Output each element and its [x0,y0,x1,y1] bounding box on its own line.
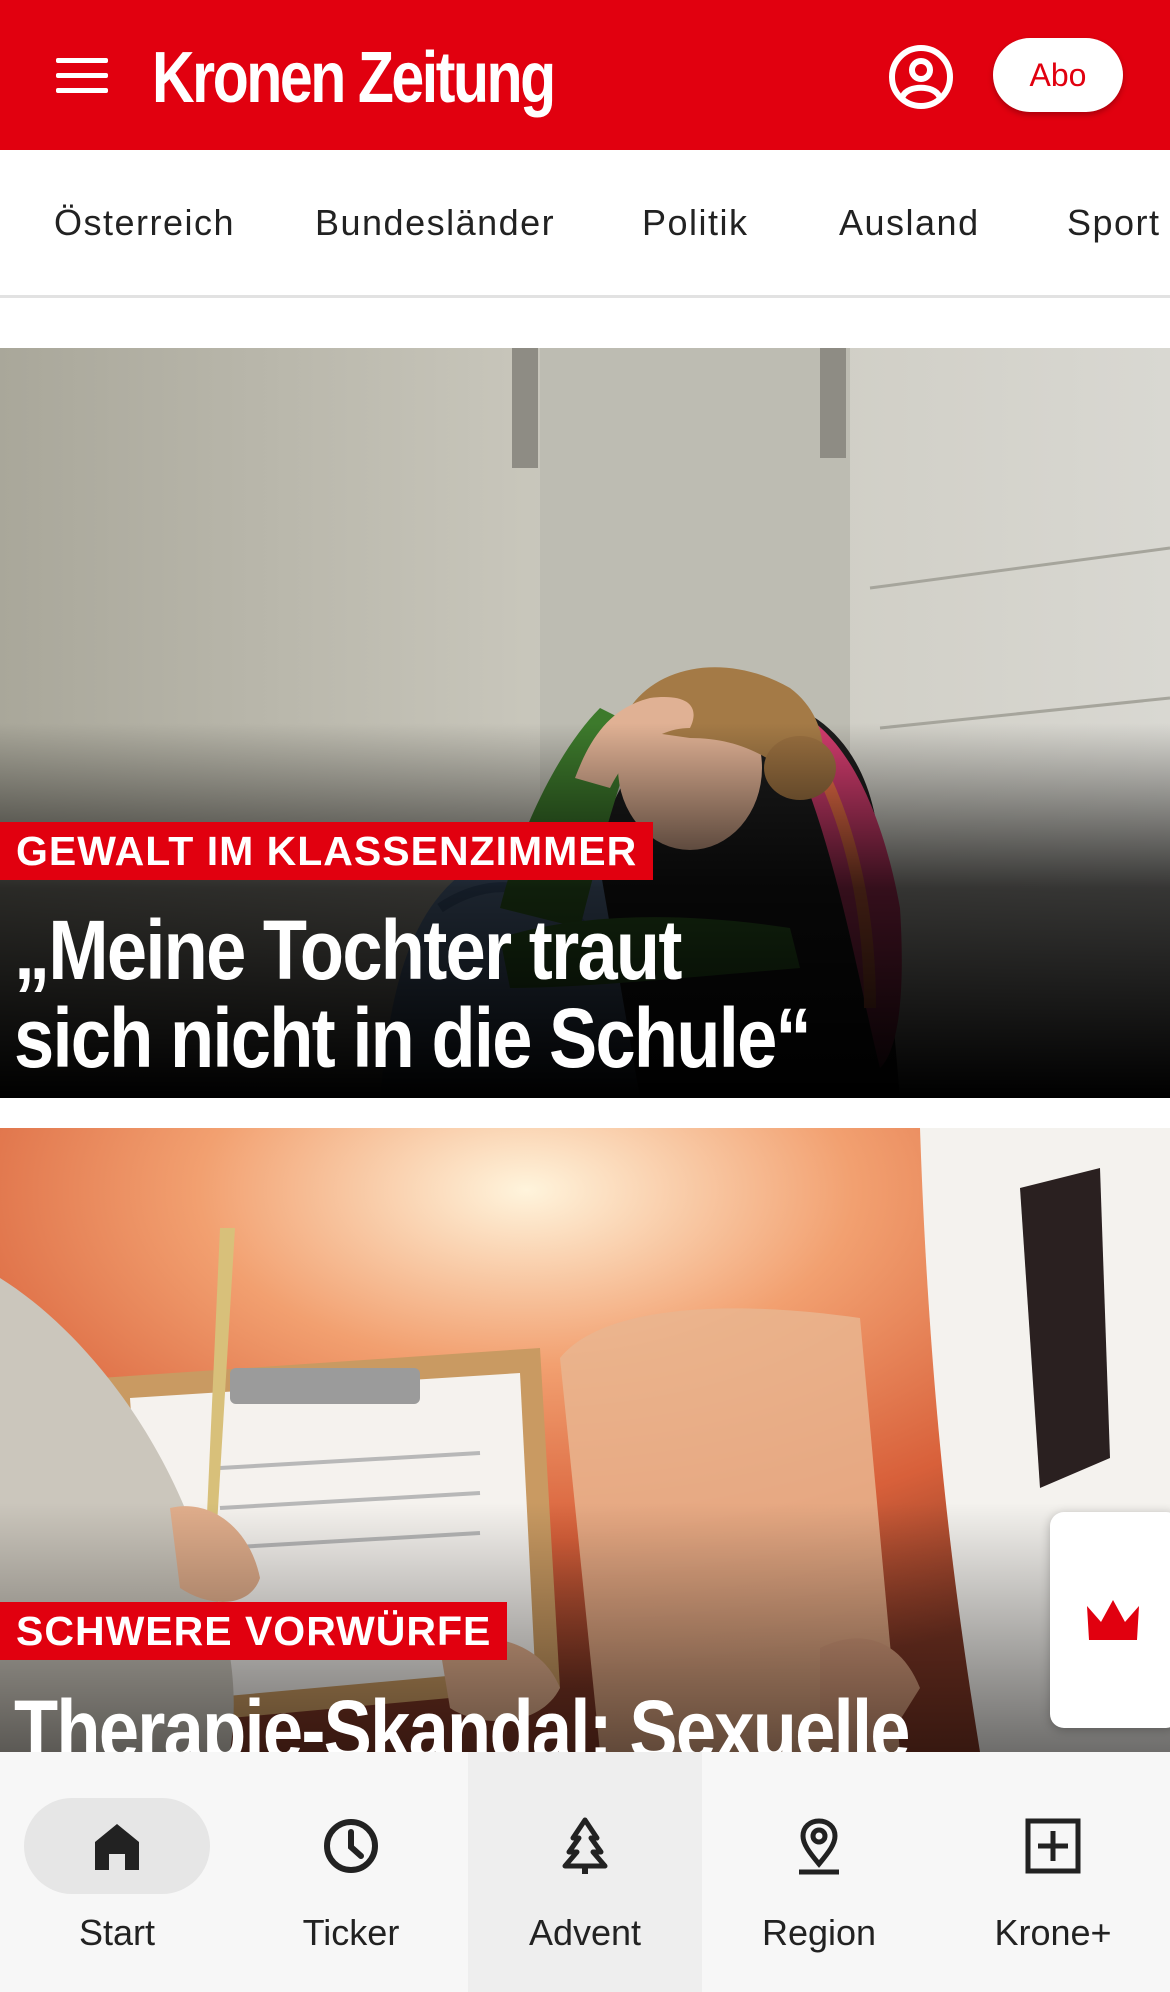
tab-label: Advent [528,1912,642,1953]
account-button[interactable] [888,44,954,110]
christmas-tree-icon [562,1817,608,1874]
crown-icon [1087,1600,1139,1640]
tab-label: Krone+ [994,1912,1112,1953]
app-header: Kronen Zeitung Abo [0,0,1170,150]
article-card[interactable]: SCHWERE VORWÜRFE Therapie-Skandal: Sexue… [0,1128,1170,1752]
tab-start[interactable]: Start [0,1752,234,1992]
bottom-nav: Start Ticker Advent Region Krone+ [0,1752,1170,1992]
article-headline: Therapie-Skandal: Sexuelle [14,1683,910,1752]
tab-region[interactable]: Region [702,1752,936,1992]
section-tab-ausland[interactable]: Ausland [839,202,980,244]
clock-icon [324,1819,378,1873]
plus-box-icon [1025,1818,1081,1874]
logo[interactable]: Kronen Zeitung [152,38,556,118]
abo-button[interactable]: Abo [993,38,1123,112]
tab-ticker[interactable]: Ticker [234,1752,468,1992]
article-kicker: SCHWERE VORWÜRFE [0,1602,508,1660]
menu-button[interactable] [50,52,120,100]
crown-widget[interactable] [1050,1512,1170,1728]
article-card[interactable]: GEWALT IM KLASSENZIMMER „Meine Tochter t… [0,348,1170,1098]
article-headline: „Meine Tochter traut sich nicht in die S… [14,903,812,1085]
tab-label: Ticker [302,1912,400,1953]
home-icon [95,1824,139,1870]
section-tab-sport[interactable]: Sport [1067,202,1161,244]
section-tab-politik[interactable]: Politik [642,202,749,244]
section-nav: Österreich Bundesländer Politik Ausland … [0,150,1170,298]
section-tab-oesterreich[interactable]: Österreich [54,202,235,244]
tab-label: Start [78,1912,156,1953]
headline-line: sich nicht in die Schule“ [14,991,812,1085]
user-circle-icon [889,45,953,109]
tab-label: Region [761,1912,877,1953]
headline-line: „Meine Tochter traut [14,903,682,997]
tab-krone-plus[interactable]: Krone+ [936,1752,1170,1992]
tab-advent[interactable]: Advent [468,1752,702,1992]
headline-line: Therapie-Skandal: Sexuelle [14,1683,910,1752]
section-tab-bundeslaender[interactable]: Bundesländer [315,202,555,244]
article-kicker: GEWALT IM KLASSENZIMMER [0,822,654,880]
location-pin-icon [799,1818,839,1875]
